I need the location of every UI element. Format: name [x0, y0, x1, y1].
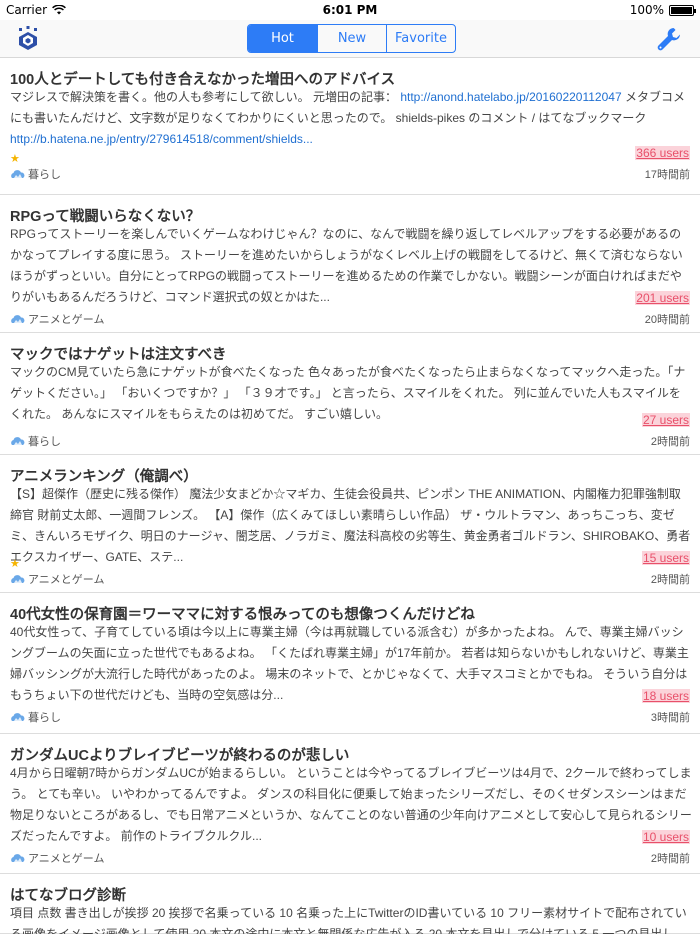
feed-segmented-control: Hot New Favorite — [247, 24, 456, 53]
entry-time: 2時間前 — [650, 853, 690, 865]
entry-title[interactable]: アニメランキング（俺調べ） — [10, 465, 690, 486]
category-label: 暮らし — [28, 169, 61, 181]
entry-time: 3時間前 — [650, 712, 690, 724]
users-count-link[interactable]: 15 users — [641, 551, 690, 565]
summary-link[interactable]: http://anond.hatelabo.jp/20160220112047 — [400, 90, 621, 104]
entry-title[interactable]: マックではナゲットは注文すべき — [10, 343, 690, 364]
entry-category: アニメとゲーム — [10, 850, 104, 866]
entry-row[interactable]: 100人とデートしても付き合えなかった増田へのアドバイス マジレスで解決策を書く。… — [0, 58, 700, 195]
entry-time: 17時間前 — [644, 169, 690, 181]
entry-row[interactable]: 40代女性の保育園＝ワーママに対する恨みってのも想像つくんだけどね 40代女性って… — [0, 593, 700, 734]
users-count-link[interactable]: 201 users — [635, 291, 690, 305]
entry-summary: 【S】超傑作（歴史に残る傑作） 魔法少女まどか☆マギカ、生徒会役員共、ピンポン … — [10, 484, 692, 568]
summary-text: 4月から日曜朝7時からガンダムUCが始まるらしい。 ということは今やってるブレイ… — [10, 766, 692, 843]
tab-new[interactable]: New — [317, 25, 386, 52]
entry-summary: マックのCM見ていたら急にナゲットが食べたくなった 色々あったが食べたくなったら… — [10, 362, 692, 425]
category-cloud-icon — [11, 853, 25, 862]
entry-title[interactable]: はてなブログ診断 — [10, 884, 690, 905]
battery-percent: 100% — [629, 3, 664, 17]
summary-text: マックのCM見ていたら急にナゲットが食べたくなった 色々あったが食べたくなったら… — [10, 365, 686, 421]
entry-summary: RPGってストーリーを楽しんでいくゲームなわけじゃん？なのに、なんで戦闘を繰り返… — [10, 224, 692, 308]
category-label: アニメとゲーム — [28, 314, 105, 326]
category-label: 暮らし — [28, 436, 61, 448]
entry-title[interactable]: 40代女性の保育園＝ワーママに対する恨みってのも想像つくんだけどね — [10, 603, 690, 624]
entry-summary: マジレスで解決策を書く。他の人も参考にして欲しい。 元増田の記事： http:/… — [10, 87, 692, 150]
entry-time: 2時間前 — [650, 436, 690, 448]
entry-category: 暮らし — [10, 166, 61, 182]
entry-list: 100人とデートしても付き合えなかった増田へのアドバイス マジレスで解決策を書く。… — [0, 58, 700, 934]
entry-row[interactable]: ガンダムUCよりブレイブビーツが終わるのが悲しい 4月から日曜朝7時からガンダムU… — [0, 734, 700, 874]
entry-title[interactable]: 100人とデートしても付き合えなかった増田へのアドバイス — [10, 68, 690, 89]
entry-summary: 40代女性って、子育てしている頃は今以上に専業主婦（今は再就職している派含む）が… — [10, 622, 692, 706]
entry-row[interactable]: RPGって戦闘いらなくない？ RPGってストーリーを楽しんでいくゲームなわけじゃん… — [0, 195, 700, 333]
category-cloud-icon — [11, 712, 25, 721]
entry-time: 20時間前 — [644, 314, 690, 326]
users-count-link[interactable]: 27 users — [641, 413, 690, 427]
summary-text: マジレスで解決策を書く。他の人も参考にして欲しい。 元増田の記事： — [10, 90, 401, 104]
entry-time: 2時間前 — [650, 574, 690, 586]
tab-hot[interactable]: Hot — [248, 25, 317, 52]
entry-summary: 項目 点数 書き出しが挨拶 20 挨拶で名乗っている 10 名乗った上にTwit… — [10, 903, 692, 934]
status-time: 6:01 PM — [322, 3, 378, 17]
entry-title[interactable]: ガンダムUCよりブレイブビーツが終わるのが悲しい — [10, 744, 690, 765]
star-icon: ★ — [10, 557, 20, 570]
users-count-link[interactable]: 18 users — [641, 689, 690, 703]
tab-favorite[interactable]: Favorite — [386, 25, 455, 52]
battery-icon — [669, 4, 696, 16]
entry-summary: 4月から日曜朝7時からガンダムUCが始まるらしい。 ということは今やってるブレイ… — [10, 763, 692, 847]
entry-row[interactable]: はてなブログ診断 項目 点数 書き出しが挨拶 20 挨拶で名乗っている 10 名乗… — [0, 874, 700, 934]
category-label: アニメとゲーム — [28, 853, 105, 865]
nav-bar: Hot New Favorite — [0, 20, 700, 58]
settings-wrench-icon[interactable] — [656, 26, 682, 52]
summary-text: RPGってストーリーを楽しんでいくゲームなわけじゃん？なのに、なんで戦闘を繰り返… — [10, 227, 683, 304]
users-count-link[interactable]: 10 users — [641, 830, 690, 844]
star-icon: ★ — [10, 152, 20, 165]
entry-category: アニメとゲーム — [10, 311, 104, 327]
category-label: 暮らし — [28, 712, 61, 724]
category-cloud-icon — [11, 436, 25, 445]
category-cloud-icon — [11, 169, 25, 178]
status-bar: Carrier 6:01 PM 100% — [0, 0, 700, 20]
entry-row[interactable]: マックではナゲットは注文すべき マックのCM見ていたら急にナゲットが食べたくなった… — [0, 333, 700, 455]
entry-category: 暮らし — [10, 433, 61, 449]
category-cloud-icon — [11, 574, 25, 583]
entry-row[interactable]: アニメランキング（俺調べ） 【S】超傑作（歴史に残る傑作） 魔法少女まどか☆マギカ… — [0, 455, 700, 593]
summary-text: 40代女性って、子育てしている頃は今以上に専業主婦（今は再就職している派含む）が… — [10, 625, 689, 702]
entry-category: 暮らし — [10, 709, 61, 725]
app-logo-icon[interactable] — [14, 25, 42, 53]
category-label: アニメとゲーム — [28, 574, 105, 586]
status-right: 100% — [629, 3, 696, 17]
category-cloud-icon — [11, 314, 25, 323]
entry-category: アニメとゲーム — [10, 571, 104, 587]
summary-link[interactable]: http://b.hatena.ne.jp/entry/279614518/co… — [10, 132, 313, 146]
summary-text: 項目 点数 書き出しが挨拶 20 挨拶で名乗っている 10 名乗った上にTwit… — [10, 906, 687, 934]
summary-text: 【S】超傑作（歴史に残る傑作） 魔法少女まどか☆マギカ、生徒会役員共、ピンポン … — [10, 487, 691, 564]
users-count-link[interactable]: 366 users — [635, 146, 690, 160]
entry-title[interactable]: RPGって戦闘いらなくない？ — [10, 205, 690, 226]
